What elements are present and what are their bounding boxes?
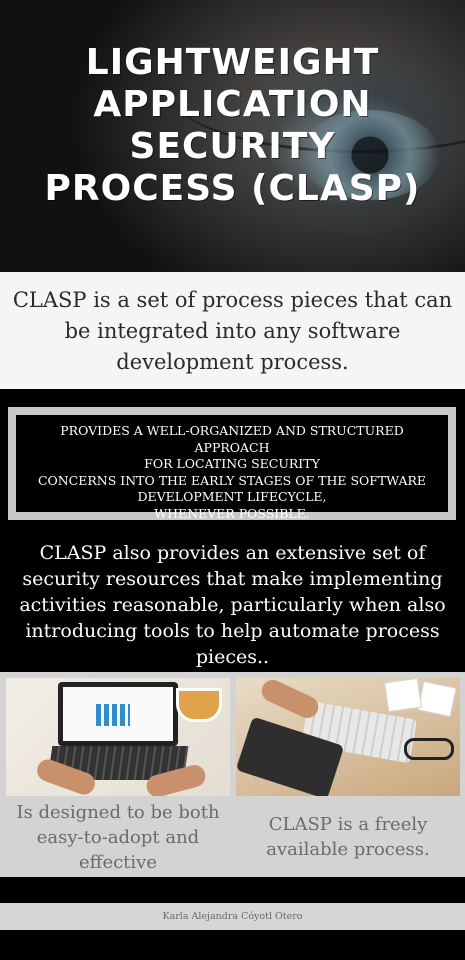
feature-caption-right: CLASP is a freely available process. xyxy=(266,814,430,860)
title-line-3: SECURITY xyxy=(129,126,336,167)
title-line-2: APPLICATION xyxy=(93,84,372,125)
footer: Karla Alejandra Cóyotl Otero xyxy=(0,903,465,930)
laptop-photo xyxy=(6,678,230,796)
title-line-1: LIGHTWEIGHT xyxy=(85,42,380,83)
highlight-line-2: FOR LOCATING SECURITY xyxy=(144,456,320,471)
hero-banner: LIGHTWEIGHT APPLICATION SECURITY PROCESS… xyxy=(0,0,465,272)
features-panel: Is designed to be both easy-to-adopt and… xyxy=(0,672,465,877)
highlight-line-5: WHENEVER POSSIBLE. xyxy=(154,505,310,521)
intro-text: CLASP is a set of process pieces that ca… xyxy=(12,288,453,374)
highlight-line-1: PROVIDES A WELL-ORGANIZED AND STRUCTURED… xyxy=(60,423,404,455)
page-title: LIGHTWEIGHT APPLICATION SECURITY PROCESS… xyxy=(0,42,465,210)
title-line-4: PROCESS (CLASP) xyxy=(44,168,421,209)
sticky-note xyxy=(384,678,422,713)
glasses-image xyxy=(404,738,454,760)
author-name: Karla Alejandra Cóyotl Otero xyxy=(162,911,303,922)
highlight-text: PROVIDES A WELL-ORGANIZED AND STRUCTURED… xyxy=(16,415,448,522)
highlight-line-4: DEVELOPMENT LIFECYCLE, xyxy=(137,489,327,504)
sticky-note xyxy=(417,680,457,718)
feature-caption-left: Is designed to be both easy-to-adopt and… xyxy=(16,802,220,873)
highlight-box: PROVIDES A WELL-ORGANIZED AND STRUCTURED… xyxy=(8,407,456,522)
desk-photo xyxy=(236,678,460,796)
hand-image xyxy=(258,678,322,722)
bar-chart-graphic xyxy=(96,704,130,726)
highlight-line-3: CONCERNS INTO THE EARLY STAGES OF THE SO… xyxy=(37,472,427,488)
laptop-screen xyxy=(58,682,178,746)
intro-section: CLASP is a set of process pieces that ca… xyxy=(0,272,465,389)
resources-text: CLASP also provides an extensive set of … xyxy=(19,542,446,668)
tea-cup xyxy=(176,688,222,722)
